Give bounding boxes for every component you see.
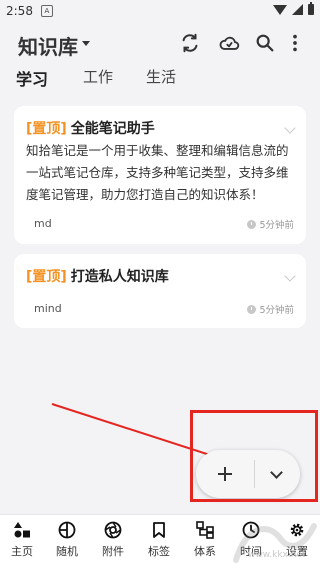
knowledge-base-title[interactable]: 知识库 <box>18 31 78 60</box>
nav-label: 标签 <box>148 545 170 558</box>
nav-item-system[interactable]: 体系 <box>185 521 225 559</box>
notification-icon: A <box>40 5 53 17</box>
random-icon <box>58 521 76 539</box>
status-time: 2:58 <box>6 4 33 18</box>
tab-study[interactable]: 学习 <box>16 66 48 90</box>
nav-item-home[interactable]: 主页 <box>2 521 42 559</box>
title-dropdown-icon[interactable] <box>82 41 90 46</box>
tab-work[interactable]: 工作 <box>83 66 113 87</box>
note-time-text: 5分钟前 <box>259 220 294 231</box>
nav-item-tags[interactable]: 标签 <box>139 521 179 559</box>
nav-item-random[interactable]: 随机 <box>47 521 87 559</box>
pinned-tag: [置顶] <box>26 269 67 285</box>
note-time: 5分钟前 <box>247 302 294 316</box>
sync-icon[interactable] <box>179 32 201 54</box>
more-options-icon[interactable] <box>284 32 297 54</box>
annotation-highlight-box <box>190 410 318 502</box>
tab-life[interactable]: 生活 <box>146 66 176 87</box>
note-card[interactable]: [置顶] 全能笔记助手 知拾笔记是一个用于收集、整理和编辑信息流的一站式笔记仓库，… <box>14 106 306 244</box>
status-bar: 2:58 A <box>0 0 320 22</box>
note-time-text: 5分钟前 <box>259 305 294 316</box>
note-title: 打造私人知识库 <box>70 269 169 285</box>
nav-label: 主页 <box>11 545 33 558</box>
chevron-down-icon[interactable] <box>284 270 296 282</box>
wifi-icon <box>273 4 287 15</box>
hierarchy-icon <box>196 521 214 539</box>
pinned-tag: [置顶] <box>26 121 67 137</box>
search-icon[interactable] <box>254 32 276 54</box>
note-title-row: [置顶] 打造私人知识库 <box>26 266 169 286</box>
nav-label: 附件 <box>102 545 124 558</box>
nav-label: 体系 <box>194 545 216 558</box>
note-card[interactable]: [置顶] 打造私人知识库 mind 5分钟前 <box>14 254 306 328</box>
cloud-icon[interactable] <box>218 32 242 54</box>
category-tabs: 学习 工作 生活 <box>0 66 320 92</box>
clock-icon <box>247 219 257 229</box>
note-time: 5分钟前 <box>247 217 294 231</box>
app-header: 知识库 <box>0 28 320 62</box>
nav-item-attachment[interactable]: 附件 <box>93 521 133 559</box>
note-notebook: md <box>34 217 52 230</box>
bookmark-icon <box>153 522 165 538</box>
note-title: 全能笔记助手 <box>70 121 155 137</box>
note-title-row: [置顶] 全能笔记助手 <box>26 118 155 138</box>
note-body: 知拾笔记是一个用于收集、整理和编辑信息流的一站式笔记仓库，支持多种笔记类型，支持… <box>26 143 289 202</box>
attachment-icon <box>104 521 122 539</box>
watermark-text: www.kkx.net <box>248 550 306 560</box>
clock-icon <box>247 304 257 314</box>
battery-icon <box>308 2 314 15</box>
signal-icon <box>292 4 303 15</box>
watermark-logo <box>233 523 317 563</box>
nav-label: 随机 <box>56 545 78 558</box>
home-shapes-icon <box>14 522 30 538</box>
note-notebook: mind <box>34 302 62 315</box>
status-indicators <box>273 2 314 15</box>
chevron-down-icon[interactable] <box>284 122 296 134</box>
